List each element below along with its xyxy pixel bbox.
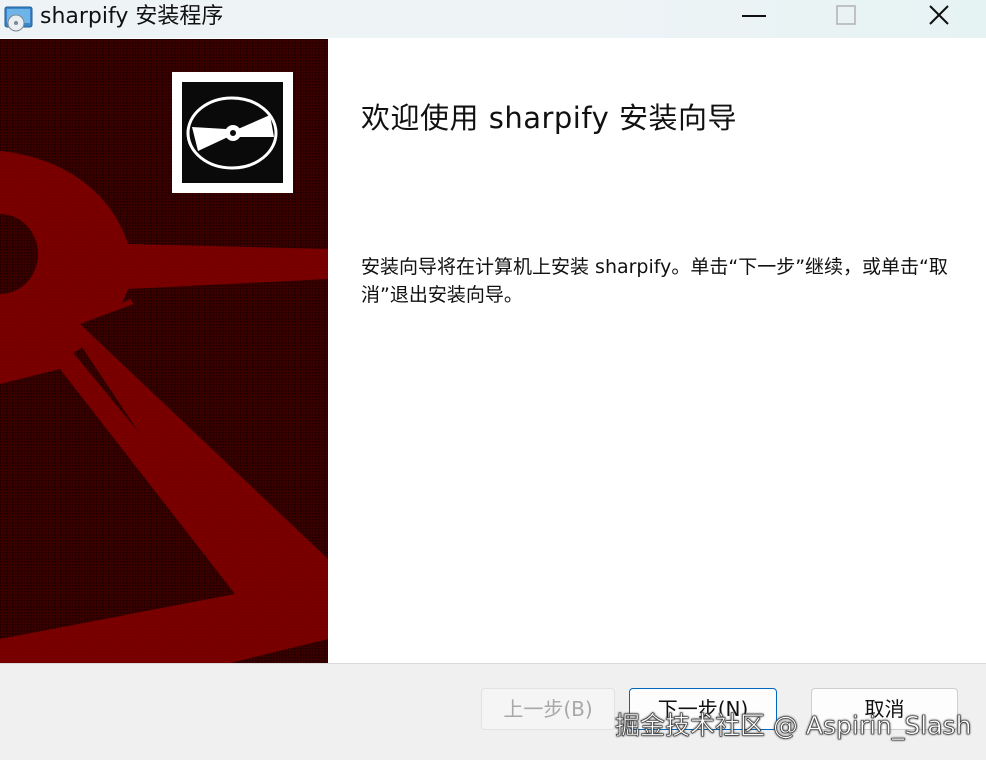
cd-disc-icon: [172, 72, 293, 193]
title-bar: sharpify 安装程序: [0, 0, 986, 38]
maximize-icon: [836, 5, 856, 25]
welcome-panel: 欢迎使用 sharpify 安装向导 安装向导将在计算机上安装 sharpify…: [328, 39, 986, 663]
watermark-text: 掘金技术社区 @ Aspirin_Slash: [615, 711, 972, 741]
welcome-description: 安装向导将在计算机上安装 sharpify。单击“下一步”继续，或单击“取消”退…: [361, 256, 948, 306]
minimize-button[interactable]: [730, 0, 776, 34]
window-title: sharpify 安装程序: [40, 4, 224, 29]
banner-graphic: [0, 39, 328, 663]
close-button[interactable]: [916, 0, 962, 34]
back-button[interactable]: 上一步(B): [481, 688, 615, 730]
welcome-heading: 欢迎使用 sharpify 安装向导: [361, 101, 737, 135]
close-icon: [929, 5, 949, 25]
installer-app-icon: [4, 5, 34, 33]
minimize-icon: [742, 15, 766, 17]
maximize-button[interactable]: [823, 0, 869, 34]
installer-banner: [0, 39, 328, 663]
